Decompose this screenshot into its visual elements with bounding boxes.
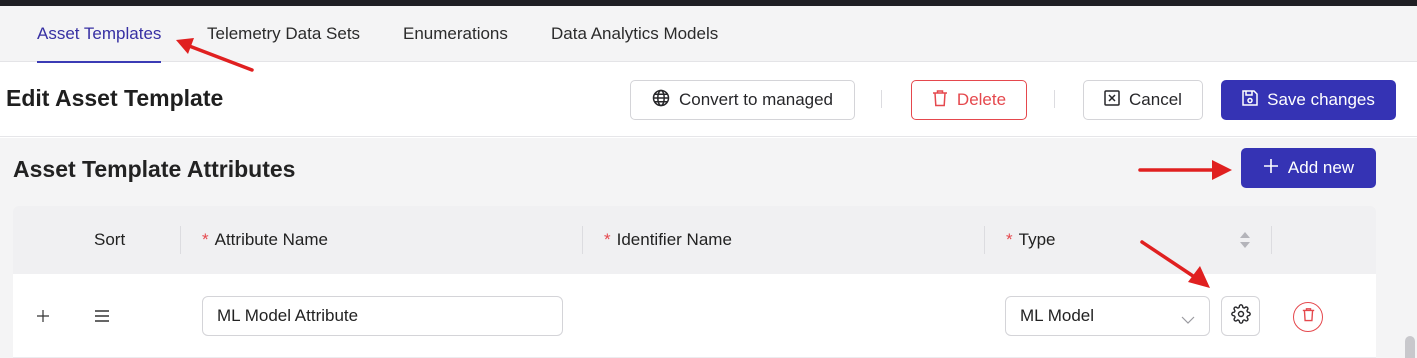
delete-row-button[interactable] <box>1293 302 1323 332</box>
delete-button-label: Delete <box>956 90 1007 109</box>
type-select[interactable]: ML Model <box>1005 296 1210 336</box>
page-header: Edit Asset Template Convert to managed D… <box>0 63 1417 137</box>
cancel-button[interactable]: Cancel <box>1083 80 1203 120</box>
page-title: Edit Asset Template <box>6 85 224 111</box>
column-header-attribute-name: * Attribute Name <box>202 206 328 274</box>
column-divider <box>582 226 583 254</box>
required-marker: * <box>1006 230 1013 249</box>
add-new-button-label: Add new <box>1287 158 1355 177</box>
column-divider <box>1271 226 1272 254</box>
globe-icon <box>652 89 670 112</box>
toolbar-divider <box>1054 90 1055 108</box>
tab-data-analytics-models[interactable]: Data Analytics Models <box>551 6 718 62</box>
column-divider <box>984 226 985 254</box>
cancel-button-label: Cancel <box>1129 90 1182 109</box>
column-identifier-name-label: Identifier Name <box>616 230 732 249</box>
table-header: Sort * Attribute Name * Identifier Name … <box>13 206 1376 274</box>
tab-enumerations[interactable]: Enumerations <box>403 6 508 62</box>
attributes-section: Asset Template Attributes Add new Sort *… <box>0 138 1417 358</box>
vertical-scrollbar[interactable] <box>1405 336 1415 358</box>
attribute-settings-button[interactable] <box>1221 296 1260 336</box>
required-marker: * <box>604 230 611 249</box>
drag-handle-icon[interactable] <box>93 307 111 325</box>
column-header-type[interactable]: * Type <box>1006 206 1246 274</box>
save-changes-button[interactable]: Save changes <box>1221 80 1396 120</box>
convert-to-managed-button[interactable]: Convert to managed <box>630 80 855 120</box>
save-icon <box>1242 89 1258 111</box>
type-select-value: ML Model <box>1020 306 1095 325</box>
required-marker: * <box>202 230 209 249</box>
attribute-name-input[interactable]: ML Model Attribute <box>202 296 563 336</box>
expand-row-icon[interactable] <box>35 308 51 324</box>
plus-icon <box>1263 158 1279 179</box>
tab-asset-templates[interactable]: Asset Templates <box>37 6 162 63</box>
column-divider <box>180 226 181 254</box>
column-header-identifier-name: * Identifier Name <box>604 206 732 274</box>
tab-telemetry-data-sets[interactable]: Telemetry Data Sets <box>207 6 360 62</box>
chevron-down-icon <box>1181 310 1195 330</box>
close-box-icon <box>1104 89 1120 111</box>
column-header-sort: Sort <box>94 206 125 274</box>
section-title: Asset Template Attributes <box>13 156 296 182</box>
add-new-button[interactable]: Add new <box>1241 148 1376 188</box>
sort-toggle-icon[interactable] <box>1237 230 1253 250</box>
table-row: ML Model Attribute ML Model <box>13 274 1376 358</box>
gear-icon <box>1230 303 1251 329</box>
save-button-label: Save changes <box>1267 90 1375 109</box>
convert-button-label: Convert to managed <box>678 90 834 109</box>
column-type-label: Type <box>1018 230 1056 249</box>
tab-bar: Asset Templates Telemetry Data Sets Enum… <box>0 6 1417 63</box>
toolbar-divider <box>881 90 882 108</box>
column-sort-label: Sort <box>94 230 126 249</box>
column-attribute-name-label: Attribute Name <box>214 230 329 249</box>
delete-button[interactable]: Delete <box>911 80 1027 120</box>
app-window: Asset Templates Telemetry Data Sets Enum… <box>0 6 1417 358</box>
trash-icon <box>1302 307 1315 327</box>
trash-icon <box>932 89 948 112</box>
